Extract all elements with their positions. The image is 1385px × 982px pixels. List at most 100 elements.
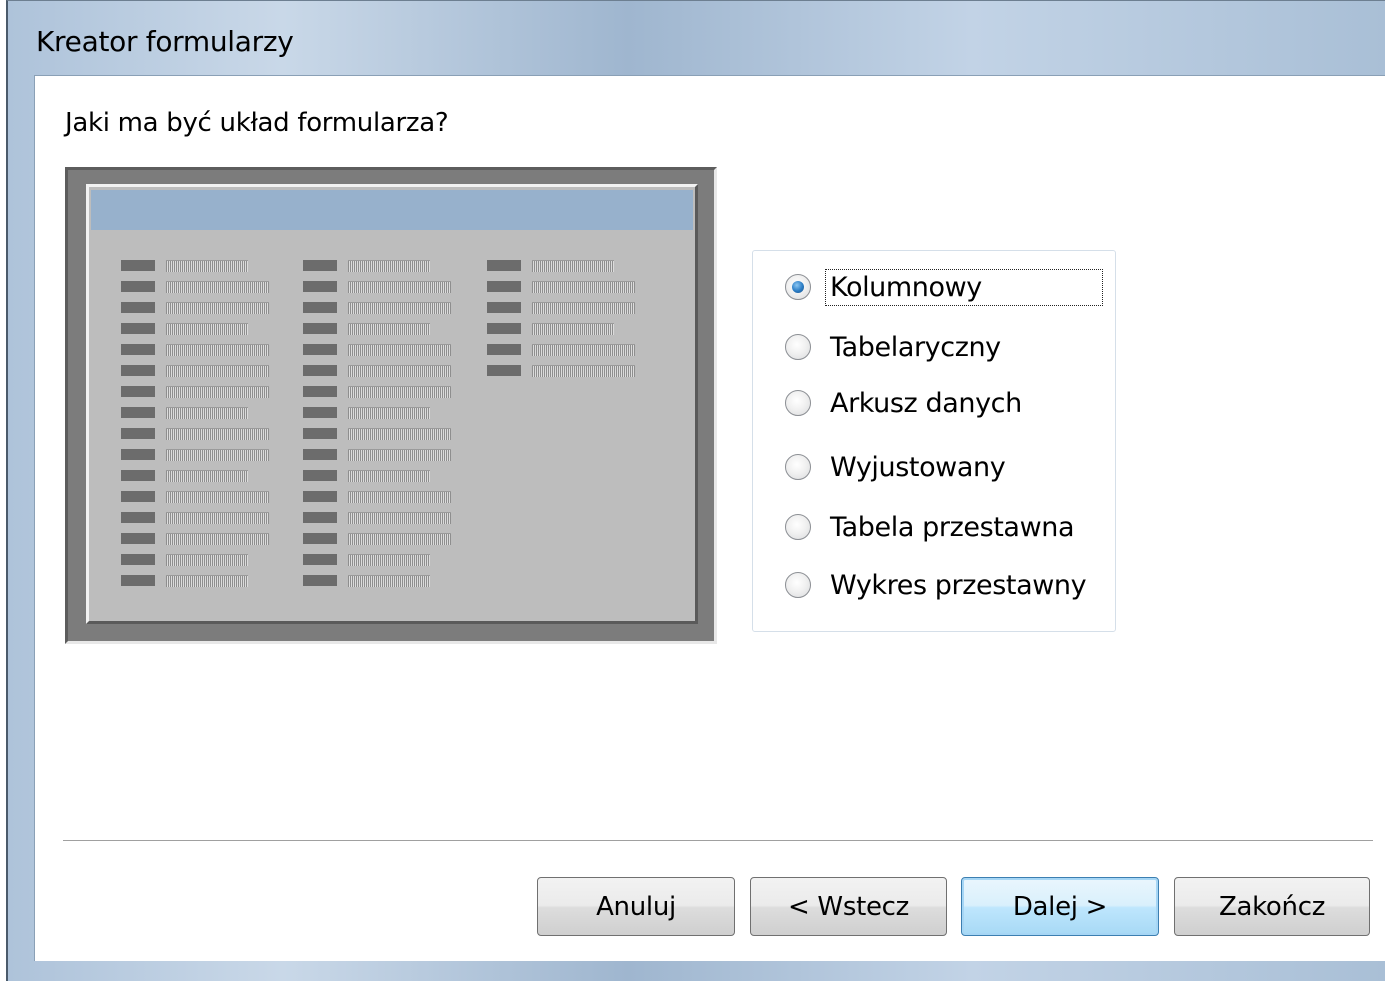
preview-field-value xyxy=(532,260,614,272)
preview-field-label xyxy=(121,344,155,355)
preview-field-label xyxy=(121,533,155,544)
preview-field-value xyxy=(532,302,635,314)
option-kolumnowy[interactable]: Kolumnowy xyxy=(785,267,1103,307)
preview-field-label xyxy=(303,386,337,397)
preview-field-label xyxy=(121,449,155,460)
wizard-content: Jaki ma być układ formularza? Kolumnowy … xyxy=(34,75,1385,961)
preview-field-label xyxy=(303,491,337,502)
preview-field-label xyxy=(303,365,337,376)
preview-field-value xyxy=(166,344,269,356)
preview-field-label xyxy=(121,554,155,565)
preview-field-value xyxy=(166,302,269,314)
preview-field-label xyxy=(303,344,337,355)
preview-field-value xyxy=(348,323,430,335)
preview-field-value xyxy=(166,533,269,545)
preview-field-label xyxy=(303,449,337,460)
option-wyjustowany[interactable]: Wyjustowany xyxy=(785,447,1010,487)
preview-field-value xyxy=(348,449,451,461)
option-arkusz-danych[interactable]: Arkusz danych xyxy=(785,383,1027,423)
preview-field-value xyxy=(532,365,635,377)
preview-field-value xyxy=(348,512,451,524)
preview-field-label xyxy=(303,281,337,292)
preview-field-value xyxy=(532,281,635,293)
option-tabela-przestawna[interactable]: Tabela przestawna xyxy=(785,507,1079,547)
preview-field-value xyxy=(348,281,451,293)
option-wyjustowany-label: Wyjustowany xyxy=(830,451,1006,483)
radio-wyjustowany[interactable] xyxy=(785,454,811,480)
preview-field-value xyxy=(348,260,430,272)
preview-field-label xyxy=(121,470,155,481)
preview-field-label xyxy=(303,407,337,418)
option-tabelaryczny[interactable]: Tabelaryczny xyxy=(785,327,1006,367)
preview-field-value xyxy=(166,428,269,440)
preview-field-label xyxy=(303,470,337,481)
preview-field-value xyxy=(348,302,451,314)
preview-field-value xyxy=(166,512,269,524)
preview-field-label xyxy=(487,260,521,271)
radio-wykres-przestawny[interactable] xyxy=(785,572,811,598)
preview-field-label xyxy=(303,323,337,334)
window-title: Kreator formularzy xyxy=(36,25,294,58)
preview-field-value xyxy=(166,386,269,398)
option-arkusz-danych-label: Arkusz danych xyxy=(830,387,1022,419)
preview-field-label xyxy=(303,554,337,565)
preview-field-label xyxy=(121,365,155,376)
preview-field-value xyxy=(166,575,248,587)
preview-field-value xyxy=(166,491,269,503)
preview-field-value xyxy=(348,407,430,419)
preview-field-value xyxy=(166,470,248,482)
finish-button[interactable]: Zakończ xyxy=(1174,877,1370,936)
preview-field-value xyxy=(348,386,451,398)
title-bar[interactable]: Kreator formularzy xyxy=(8,1,1385,75)
preview-field-label xyxy=(121,407,155,418)
preview-field-value xyxy=(166,554,248,566)
cancel-button[interactable]: Anuluj xyxy=(537,877,735,936)
preview-field-label xyxy=(303,428,337,439)
preview-field-label xyxy=(121,428,155,439)
radio-kolumnowy[interactable] xyxy=(785,274,811,300)
layout-preview xyxy=(65,167,717,644)
option-tabela-przestawna-label: Tabela przestawna xyxy=(830,511,1075,543)
next-button[interactable]: Dalej > xyxy=(961,877,1159,936)
preview-field-value xyxy=(348,344,451,356)
option-wykres-przestawny-label: Wykres przestawny xyxy=(830,569,1087,601)
preview-field-label xyxy=(303,533,337,544)
preview-field-label xyxy=(487,323,521,334)
preview-field-label xyxy=(121,302,155,313)
button-separator xyxy=(63,840,1373,842)
preview-field-label xyxy=(121,260,155,271)
wizard-window: Kreator formularzy Jaki ma być układ for… xyxy=(6,0,1385,981)
preview-field-value xyxy=(348,470,430,482)
preview-field-value xyxy=(166,281,269,293)
preview-field-label xyxy=(121,386,155,397)
preview-field-label xyxy=(487,344,521,355)
preview-field-value xyxy=(348,533,451,545)
preview-field-value xyxy=(166,449,269,461)
preview-field-label xyxy=(303,575,337,586)
preview-field-value xyxy=(532,344,635,356)
preview-field-label xyxy=(121,575,155,586)
preview-field-label xyxy=(121,512,155,523)
preview-field-label xyxy=(487,365,521,376)
back-button[interactable]: < Wstecz xyxy=(750,877,947,936)
preview-field-label xyxy=(487,302,521,313)
preview-form-header xyxy=(91,190,693,230)
preview-field-value xyxy=(166,260,248,272)
option-kolumnowy-label: Kolumnowy xyxy=(825,268,1103,306)
preview-field-label xyxy=(121,323,155,334)
preview-field-value xyxy=(532,323,614,335)
option-wykres-przestawny[interactable]: Wykres przestawny xyxy=(785,565,1091,605)
preview-field-value xyxy=(166,407,248,419)
preview-field-value xyxy=(348,554,430,566)
preview-field-label xyxy=(487,281,521,292)
preview-field-value xyxy=(348,491,451,503)
radio-tabela-przestawna[interactable] xyxy=(785,514,811,540)
preview-field-value xyxy=(166,365,269,377)
radio-arkusz-danych[interactable] xyxy=(785,390,811,416)
preview-field-label xyxy=(121,281,155,292)
preview-field-value xyxy=(348,428,451,440)
preview-field-value xyxy=(166,323,248,335)
preview-field-label xyxy=(303,302,337,313)
preview-field-value xyxy=(348,575,430,587)
radio-tabelaryczny[interactable] xyxy=(785,334,811,360)
